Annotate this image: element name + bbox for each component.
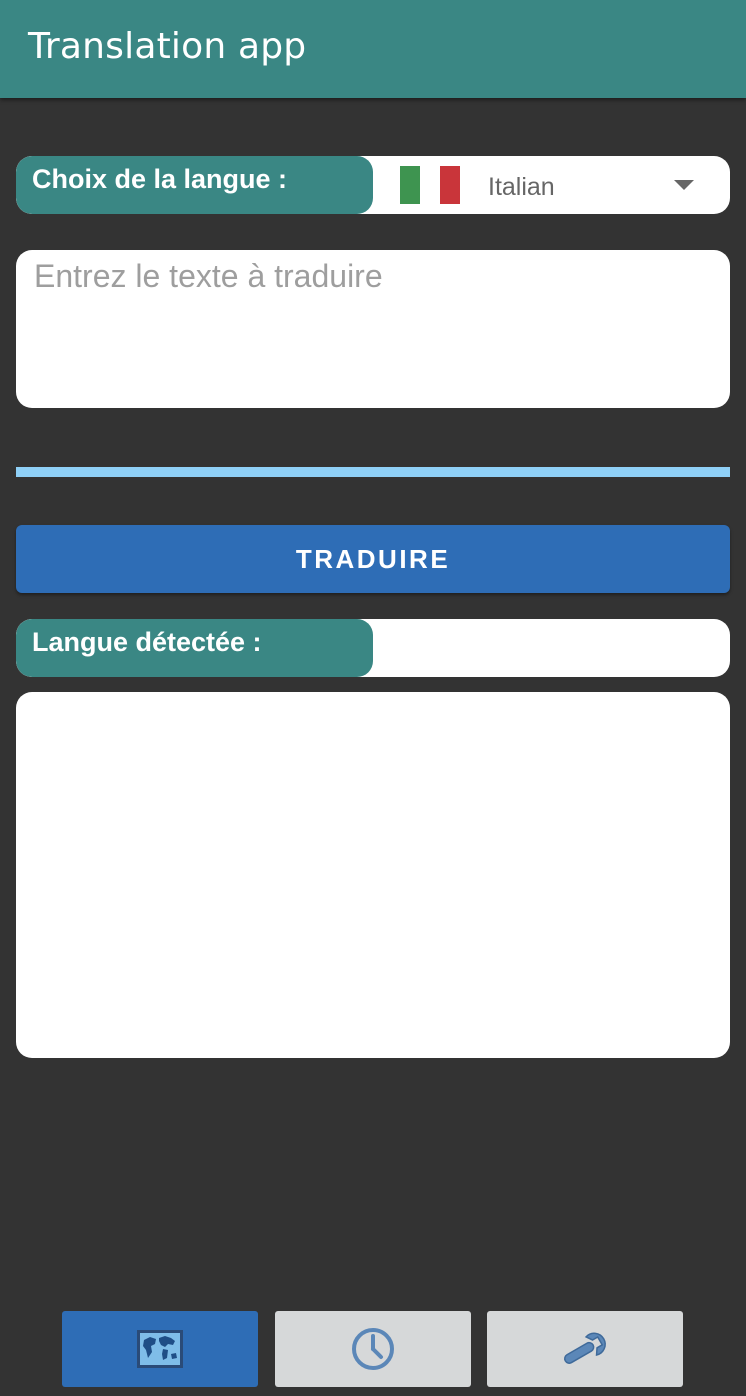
detected-language-row: Langue détectée : xyxy=(16,619,730,677)
divider xyxy=(16,467,730,477)
nav-translate-button[interactable] xyxy=(62,1311,258,1387)
nav-settings-button[interactable] xyxy=(487,1311,683,1387)
world-map-icon xyxy=(137,1330,183,1368)
clock-icon xyxy=(352,1328,394,1370)
detected-language-label: Langue détectée : xyxy=(16,619,373,677)
language-dropdown-value[interactable]: Italian xyxy=(488,173,555,202)
translate-button[interactable]: TRADUIRE xyxy=(16,525,730,593)
wrench-icon xyxy=(563,1332,606,1364)
text-to-translate-input[interactable] xyxy=(16,250,730,408)
app-bar: Translation app xyxy=(0,0,746,98)
dropdown-arrow-icon[interactable] xyxy=(674,180,694,190)
language-selector-label: Choix de la langue : xyxy=(16,156,373,214)
italy-flag-icon[interactable] xyxy=(400,166,460,204)
app-title: Translation app xyxy=(28,26,307,67)
translation-output xyxy=(16,692,730,1058)
language-selector-row: Choix de la langue : Italian xyxy=(16,156,730,214)
nav-history-button[interactable] xyxy=(275,1311,471,1387)
